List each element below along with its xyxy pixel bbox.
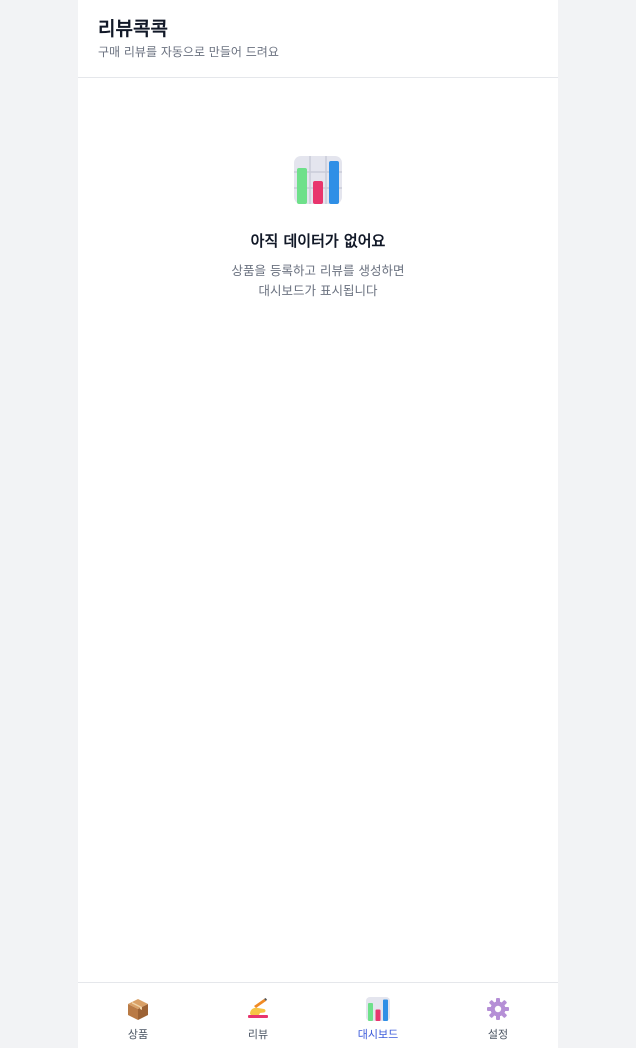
empty-state-description-line2: 대시보드가 표시됩니다 xyxy=(258,283,378,298)
tab-dashboard-label: 대시보드 xyxy=(357,1028,399,1041)
bottom-tab-bar: 상품 리뷰 대시보드 설정 xyxy=(78,982,558,1048)
bar-chart-icon xyxy=(366,997,390,1021)
app-header: 리뷰콕콕 구매 리뷰를 자동으로 만들어 드려요 xyxy=(78,0,558,78)
gear-icon xyxy=(487,998,509,1020)
bar-chart-icon xyxy=(294,156,342,204)
app-subtitle: 구매 리뷰를 자동으로 만들어 드려요 xyxy=(98,45,279,59)
app-title: 리뷰콕콕 xyxy=(98,18,168,40)
empty-state: 아직 데이터가 없어요 상품을 등록하고 리뷰를 생성하면 대시보드가 표시됩니… xyxy=(78,156,558,301)
tab-settings[interactable]: 설정 xyxy=(438,983,558,1048)
tab-products-label: 상품 xyxy=(127,1028,149,1041)
package-icon xyxy=(128,999,148,1020)
empty-state-title: 아직 데이터가 없어요 xyxy=(250,232,386,250)
writing-hand-icon xyxy=(248,998,268,1018)
tab-dashboard[interactable]: 대시보드 xyxy=(318,983,438,1048)
tab-products[interactable]: 상품 xyxy=(78,983,198,1048)
tab-settings-label: 설정 xyxy=(487,1028,509,1041)
tab-reviews[interactable]: 리뷰 xyxy=(198,983,318,1048)
empty-state-description-line1: 상품을 등록하고 리뷰를 생성하면 xyxy=(231,263,405,278)
empty-state-description: 상품을 등록하고 리뷰를 생성하면 대시보드가 표시됩니다 xyxy=(78,261,558,301)
tab-reviews-label: 리뷰 xyxy=(247,1028,269,1041)
app-container: 리뷰콕콕 구매 리뷰를 자동으로 만들어 드려요 아직 데이터가 없어요 상품을… xyxy=(78,0,558,1048)
